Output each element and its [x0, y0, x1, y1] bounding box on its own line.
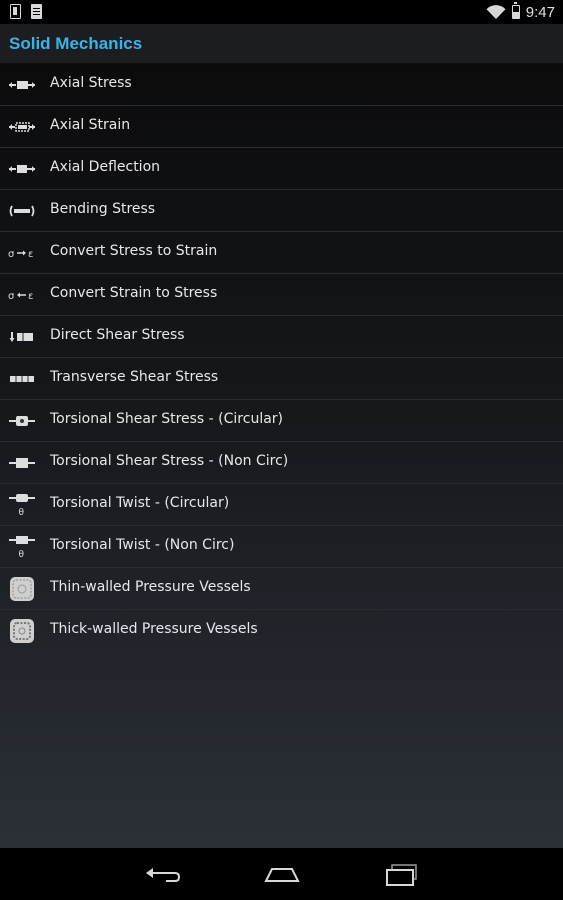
axial-stress-icon	[9, 81, 35, 89]
list-item-axial-strain[interactable]: Axial Strain	[0, 106, 563, 148]
svg-text:σ: σ	[8, 291, 15, 302]
sigma-to-epsilon-icon: σ ε	[8, 249, 33, 260]
list-item-thick-vessel[interactable]: Thick-walled Pressure Vessels	[0, 610, 563, 652]
list-item-thin-vessel[interactable]: Thin-walled Pressure Vessels	[0, 568, 563, 610]
svg-text:θ: θ	[19, 508, 25, 518]
thin-vessel-icon	[10, 577, 34, 601]
svg-text:σ: σ	[8, 249, 15, 260]
list-item-torsion-noncirc[interactable]: Torsional Shear Stress - (Non Circ)	[0, 442, 563, 484]
list-item-label: Bending Stress	[50, 201, 156, 217]
list-item-twist-noncirc[interactable]: θ Torsional Twist - (Non Circ)	[0, 526, 563, 568]
axial-deflection-icon	[9, 165, 35, 173]
svg-text:θ: θ	[19, 550, 25, 560]
clock: 9:47	[525, 3, 555, 21]
list-item-label: Torsional Shear Stress - (Circular)	[50, 411, 284, 427]
transverse-shear-icon	[10, 376, 34, 382]
calculator-list: Axial Stress Axial Strain Axial Deflecti…	[0, 64, 563, 652]
list-item-twist-circular[interactable]: θ Torsional Twist - (Circular)	[0, 484, 563, 526]
axial-strain-icon	[9, 122, 35, 132]
list-item-convert-strain-stress[interactable]: σ ε Convert Strain to Stress	[0, 274, 563, 316]
twist-circular-icon: θ	[9, 494, 35, 518]
list-item-label: Convert Stress to Strain	[50, 243, 218, 259]
list-item-label: Transverse Shear Stress	[50, 369, 219, 385]
twist-noncirc-icon: θ	[9, 536, 35, 560]
list-item-label: Axial Stress	[50, 75, 132, 91]
back-icon[interactable]	[142, 861, 182, 889]
direct-shear-icon	[9, 332, 33, 342]
svg-text:ε: ε	[28, 291, 33, 302]
torsion-noncirc-icon	[9, 458, 35, 468]
list-item-transverse-shear[interactable]: Transverse Shear Stress	[0, 358, 563, 400]
list-item-label: Thin-walled Pressure Vessels	[50, 579, 251, 595]
list-item-label: Torsional Twist - (Circular)	[50, 495, 230, 511]
list-item-label: Torsional Shear Stress - (Non Circ)	[50, 453, 289, 469]
list-item-label: Convert Strain to Stress	[50, 285, 218, 301]
battery-icon	[511, 2, 520, 19]
list-item-label: Axial Deflection	[50, 159, 161, 175]
navigation-bar	[0, 848, 563, 900]
app-title: Solid Mechanics	[9, 34, 143, 53]
list-item-torsion-circular[interactable]: Torsional Shear Stress - (Circular)	[0, 400, 563, 442]
list-item-label: Direct Shear Stress	[50, 327, 185, 343]
thick-vessel-icon	[10, 619, 34, 643]
torsion-circular-icon	[9, 416, 35, 426]
list-item-axial-stress[interactable]: Axial Stress	[0, 64, 563, 106]
list-item-label: Axial Strain	[50, 117, 131, 133]
list-item-label: Torsional Twist - (Non Circ)	[50, 537, 235, 553]
recent-apps-icon[interactable]	[382, 861, 422, 889]
status-bar: 9:47	[0, 0, 563, 24]
action-bar: Solid Mechanics	[0, 24, 563, 64]
svg-text:ε: ε	[28, 249, 33, 260]
list-item-bending-stress[interactable]: Bending Stress	[0, 190, 563, 232]
wifi-icon	[486, 4, 506, 19]
bending-stress-icon	[9, 205, 35, 217]
list-item-direct-shear[interactable]: Direct Shear Stress	[0, 316, 563, 358]
sd-card-icon	[31, 4, 42, 19]
sigma-from-epsilon-icon: σ ε	[8, 291, 33, 302]
home-icon[interactable]	[262, 861, 302, 889]
list-item-convert-stress-strain[interactable]: σ ε Convert Stress to Strain	[0, 232, 563, 274]
list-item-label: Thick-walled Pressure Vessels	[50, 621, 258, 637]
notification-icon	[10, 4, 21, 19]
list-item-axial-deflection[interactable]: Axial Deflection	[0, 148, 563, 190]
content-area: Axial Stress Axial Strain Axial Deflecti…	[0, 64, 563, 848]
